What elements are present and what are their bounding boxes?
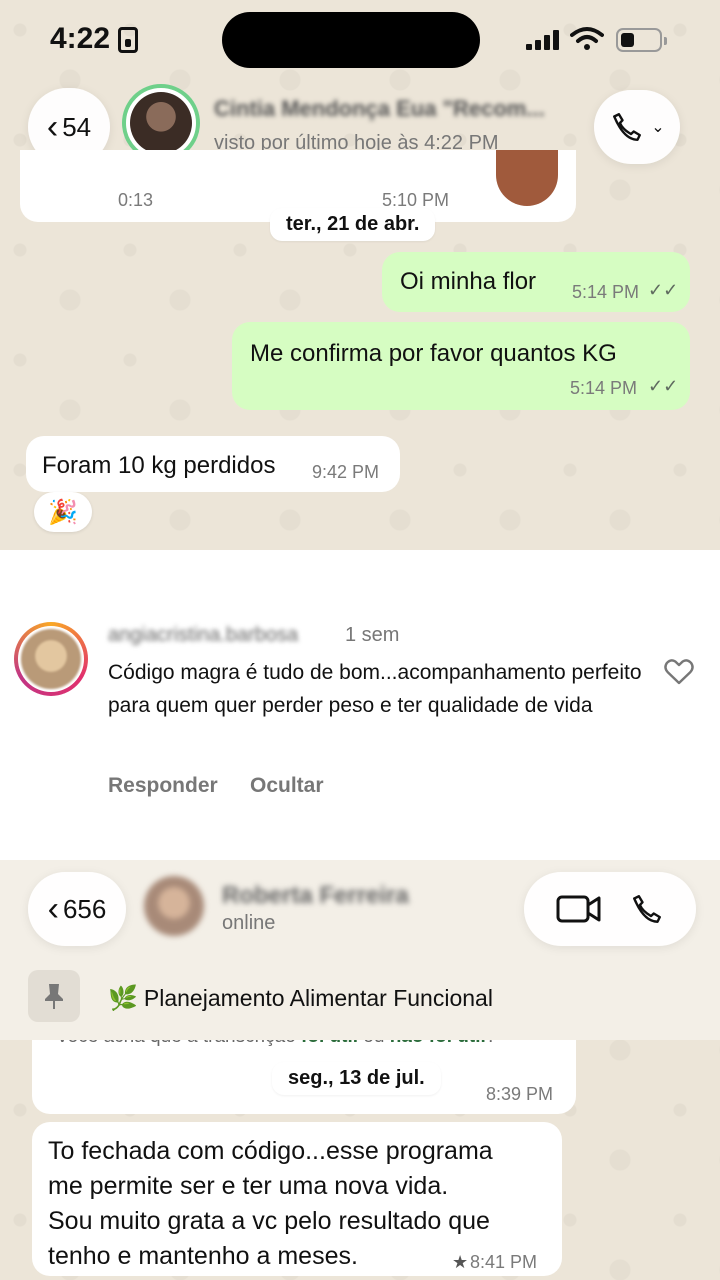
double-check-icon: ✓✓ [648, 376, 679, 396]
message-time: 8:41 PM [470, 1252, 538, 1272]
chat-header-2: ‹ 656 Roberta Ferreira online 🌿 Planejame… [0, 860, 720, 1040]
wifi-icon [570, 27, 604, 50]
incoming-message[interactable]: Foram 10 kg perdidos 9:42 PM [26, 436, 400, 492]
unread-count: 54 [62, 111, 92, 142]
status-time: 4:22 [50, 22, 111, 55]
message-time: 9:42 PM [312, 462, 380, 482]
chevron-left-icon: ‹ [47, 889, 59, 928]
dynamic-island [222, 12, 480, 68]
comment-text: Código magra é tudo de bom...acompanhame… [108, 661, 642, 717]
pin-icon[interactable] [28, 970, 80, 1022]
video-call-icon[interactable] [556, 893, 602, 925]
message-text: To fechada com código...esse programa me… [48, 1137, 493, 1270]
contact-status: online [222, 912, 276, 934]
signal-icon [526, 30, 560, 50]
comment-age: 1 sem [345, 624, 400, 646]
voice-duration: 0:13 [118, 190, 154, 210]
chat-screen-2: Você acha que a transcrição foi útil ou … [0, 860, 720, 1280]
outgoing-message[interactable]: Oi minha flor 5:14 PM ✓✓ [382, 252, 690, 312]
date-separator: ter., 21 de abr. [270, 208, 436, 241]
message-text: Me confirma por favor quantos KG [250, 340, 617, 367]
chat-screen-1: 4:22 ‹ 54 Cintia Mendonça Eua "Recom... … [0, 0, 720, 550]
reply-button[interactable]: Responder [108, 774, 218, 798]
chevron-left-icon: ‹ [46, 107, 59, 146]
message-time: 5:14 PM [570, 378, 638, 398]
incoming-message[interactable]: To fechada com código...esse programa me… [32, 1122, 562, 1276]
outgoing-message[interactable]: Me confirma por favor quantos KG 5:14 PM… [232, 322, 690, 410]
back-button[interactable]: ‹ 656 [28, 872, 126, 946]
double-check-icon: ✓✓ [648, 280, 679, 300]
chevron-down-icon: ⌄ [651, 119, 665, 136]
phone-icon [613, 113, 642, 141]
phone-icon[interactable] [629, 891, 665, 927]
message-time: 8:39 PM [486, 1084, 554, 1104]
contact-avatar[interactable] [144, 876, 204, 936]
commenter-username[interactable]: angiacristina.barbosa [108, 624, 298, 647]
party-popper-reaction[interactable]: 🎉 [34, 492, 92, 532]
call-button[interactable]: ⌄ [594, 90, 680, 164]
contact-name[interactable]: Cintia Mendonça Eua "Recom... [214, 96, 545, 122]
voice-avatar [496, 150, 558, 206]
contact-name[interactable]: Roberta Ferreira [222, 882, 409, 910]
message-text: Oi minha flor [400, 268, 537, 295]
status-bar: 4:22 [0, 0, 720, 80]
herb-icon: 🌿 [108, 985, 138, 1012]
pinned-message[interactable]: 🌿 Planejamento Alimentar Funcional [108, 984, 493, 1013]
battery-icon [616, 28, 667, 52]
star-icon: ★ [452, 1252, 469, 1272]
call-buttons [524, 872, 696, 946]
message-text: Foram 10 kg perdidos [42, 452, 276, 479]
hide-button[interactable]: Ocultar [250, 774, 324, 798]
comment-card: angiacristina.barbosa 1 sem Código magra… [0, 550, 720, 860]
date-separator: seg., 13 de jul. [272, 1062, 441, 1095]
id-card-icon [118, 27, 138, 53]
message-time: 5:14 PM [572, 282, 640, 302]
heart-icon[interactable] [662, 654, 696, 688]
commenter-avatar[interactable] [14, 622, 88, 696]
unread-count: 656 [62, 893, 107, 924]
